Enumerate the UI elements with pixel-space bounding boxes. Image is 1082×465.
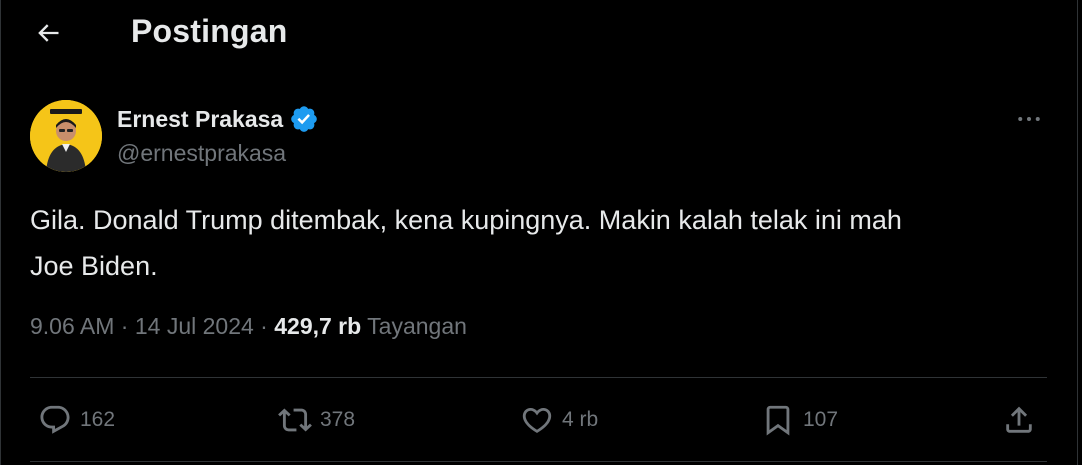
- views-label: Tayangan: [367, 313, 467, 339]
- more-options-button[interactable]: [1011, 104, 1047, 134]
- heart-icon: [522, 407, 552, 433]
- author-handle[interactable]: @ernestprakasa: [117, 140, 286, 167]
- repost-button[interactable]: 378: [278, 398, 355, 442]
- author-name-text: Ernest Prakasa: [117, 105, 284, 132]
- post-meta: 9.06 AM · 14 Jul 2024 · 429,7 rb Tayanga…: [30, 313, 467, 340]
- divider: [30, 461, 1047, 462]
- top-bar: Postingan: [1, 0, 1077, 66]
- like-count: 4 rb: [562, 408, 599, 431]
- post-detail-panel: Postingan Ernest Prakasa @ernestprakasa …: [0, 0, 1078, 465]
- post-time[interactable]: 9.06 AM: [30, 313, 114, 339]
- reply-count: 162: [80, 408, 116, 431]
- page-title: Postingan: [131, 13, 288, 49]
- avatar-image: [30, 100, 102, 172]
- reply-button[interactable]: 162: [38, 398, 115, 442]
- meta-separator: ·: [120, 313, 129, 339]
- post-text: Gila. Donald Trump ditembak, kena kuping…: [30, 205, 902, 281]
- share-button[interactable]: [1002, 398, 1036, 442]
- avatar[interactable]: [30, 100, 102, 172]
- divider: [30, 377, 1047, 378]
- reply-icon: [40, 405, 70, 434]
- action-bar: 162 378 4 rb 107: [30, 380, 1047, 460]
- author-display-name[interactable]: Ernest Prakasa: [117, 104, 319, 134]
- views-count[interactable]: 429,7 rb: [274, 313, 361, 339]
- more-horizontal-icon: [1018, 117, 1040, 121]
- repost-icon: [278, 408, 312, 432]
- meta-separator: ·: [260, 313, 268, 339]
- post-date[interactable]: 14 Jul 2024: [135, 313, 254, 339]
- arrow-left-icon: [38, 24, 59, 42]
- back-button[interactable]: [29, 14, 67, 52]
- bookmark-count: 107: [803, 408, 839, 431]
- like-button[interactable]: 4 rb: [520, 398, 598, 442]
- bookmark-icon: [766, 405, 790, 436]
- repost-count: 378: [320, 408, 356, 431]
- bookmark-button[interactable]: 107: [761, 398, 838, 442]
- verified-badge-icon: [291, 106, 318, 132]
- share-icon: [1006, 406, 1032, 433]
